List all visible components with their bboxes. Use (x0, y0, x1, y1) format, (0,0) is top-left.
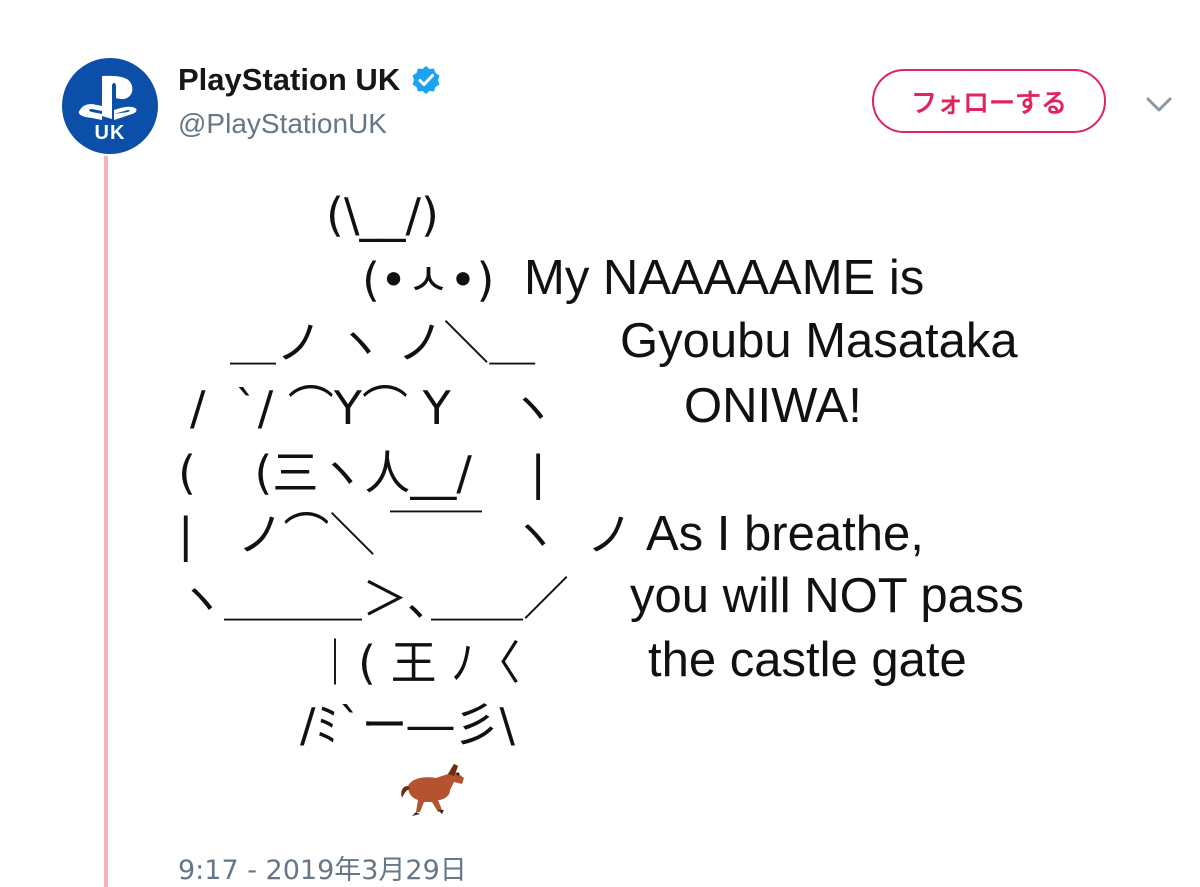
caption-line: My NAAAAAME is (524, 251, 925, 305)
caption-line: ONIWA! (684, 379, 862, 433)
ascii-art-line: /ﾐ`ー―彡\ (300, 698, 515, 752)
chevron-down-icon[interactable] (1145, 95, 1173, 115)
ascii-art-line: / `/ ⌒Y⌒ Y ヽ (190, 381, 556, 435)
thread-line (104, 156, 108, 887)
ascii-art-line: ヽ＿＿＿＞､＿＿／ (178, 572, 569, 626)
ascii-art-line: | ノ⌒＼ ￣￣ ヽ ノ (178, 508, 633, 562)
caption-line: Gyoubu Masataka (620, 314, 1018, 368)
name-row: PlayStation UK (178, 60, 442, 100)
follow-button[interactable]: フォローする (872, 69, 1106, 133)
caption-line: As I breathe, (646, 507, 924, 561)
handle[interactable]: @PlayStationUK (178, 108, 387, 140)
ascii-art-line: ｜( 王 ﾉ〈 (312, 636, 521, 690)
caption-line: you will NOT pass (630, 569, 1024, 623)
caption-line: the castle gate (648, 633, 967, 687)
ascii-art-line: (\__/) (326, 188, 439, 242)
tweet-timestamp[interactable]: 9:17 - 2019年3月29日 (178, 848, 467, 887)
ascii-art-line: ( (三ヽ人__/ | (178, 446, 546, 500)
horse-racing-icon (401, 764, 464, 816)
ascii-art-line: (•ㅅ•) (362, 253, 495, 307)
avatar[interactable]: UK (62, 58, 158, 154)
avatar-label: UK (94, 122, 126, 144)
ascii-art-line: ＿ノ ヽ ノ＼＿ (230, 316, 536, 370)
display-name[interactable]: PlayStation UK (178, 62, 400, 98)
verified-badge-icon (412, 66, 440, 94)
